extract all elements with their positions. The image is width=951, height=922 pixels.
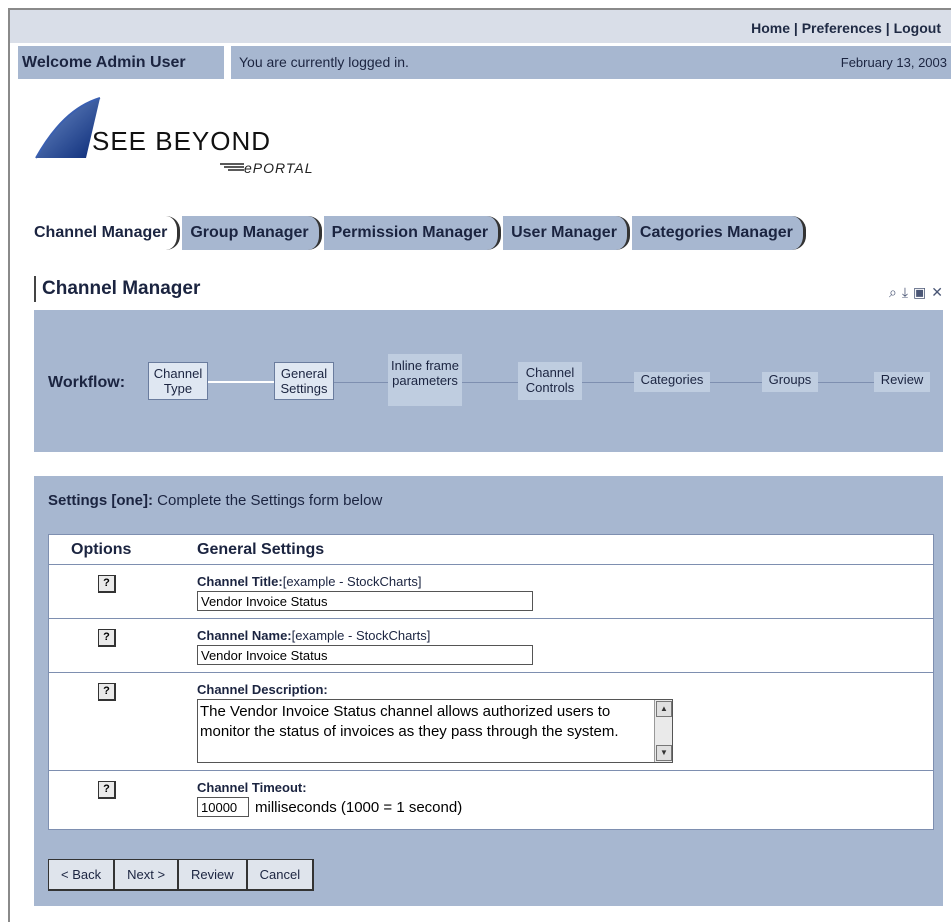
close-icon[interactable]: ✕ [931,284,943,301]
channel-timeout-input[interactable] [197,797,249,817]
channel-title-hint: [example - StockCharts] [282,574,422,589]
tab-group-manager[interactable]: Group Manager [182,216,322,250]
settings-title: Settings [one]: Complete the Settings fo… [48,492,382,509]
login-status-bar: You are currently logged in. February 13… [231,46,951,79]
channel-timeout-label-text: Channel Timeout: [197,780,307,795]
separator: | [793,20,798,36]
channel-title-label-text: Channel Title: [197,574,283,589]
wizard-buttons: < Back Next > Review Cancel [48,859,315,891]
window-tools: ⌕ ⤓ ▣ ✕ [889,284,943,301]
channel-title-row: ? Channel Title:[example - StockCharts] [49,565,933,619]
channel-timeout-label: Channel Timeout: [197,780,307,795]
top-navigation-bar: Home | Preferences | Logout [10,10,951,43]
scroll-down-icon[interactable]: ▼ [656,745,672,761]
page-title: Channel Manager [34,276,200,302]
tab-permission-manager[interactable]: Permission Manager [323,216,502,250]
workflow-step-groups[interactable]: Groups [762,372,818,392]
description-scrollbar[interactable]: ▲ ▼ [654,700,672,762]
timeout-unit: milliseconds (1000 = 1 second) [255,799,463,816]
workflow-step-general-settings[interactable]: General Settings [274,362,334,400]
search-icon[interactable]: ⌕ [889,284,897,301]
logo-product-text: ePORTAL [244,160,314,176]
general-settings-form: Options General Settings ? Channel Title… [48,534,934,830]
workflow-step-channel-type[interactable]: Channel Type [148,362,208,400]
channel-title-label: Channel Title:[example - StockCharts] [197,574,421,589]
cancel-button[interactable]: Cancel [246,859,315,891]
help-button[interactable]: ? [98,629,116,647]
logout-link[interactable]: Logout [894,20,941,36]
tab-channel-manager[interactable]: Channel Manager [30,216,181,250]
channel-name-row: ? Channel Name:[example - StockCharts] [49,619,933,673]
logo-lines-icon [220,163,244,171]
workflow-step-inline-frame-parameters[interactable]: Inline frame parameters [388,354,462,406]
welcome-message: Welcome Admin User [18,46,224,79]
workflow-label: Workflow: [48,374,126,391]
channel-description-row: ? Channel Description: The Vendor Invoic… [49,673,933,771]
workflow-step-review[interactable]: Review [874,372,930,392]
form-header: Options General Settings [49,535,933,565]
settings-panel: Settings [one]: Complete the Settings fo… [34,476,943,906]
separator: | [885,20,890,36]
manager-tabs: Channel Manager Group Manager Permission… [30,216,808,250]
home-link[interactable]: Home [751,20,790,36]
channel-name-input[interactable] [197,645,533,665]
scroll-up-icon[interactable]: ▲ [656,701,672,717]
back-button[interactable]: < Back [48,859,116,891]
help-button[interactable]: ? [98,781,116,799]
help-button[interactable]: ? [98,575,116,593]
channel-name-hint: [example - StockCharts] [291,628,431,643]
current-date: February 13, 2003 [840,55,947,70]
settings-title-text: Complete the Settings form below [153,492,383,509]
channel-timeout-row: ? Channel Timeout: milliseconds (1000 = … [49,771,933,829]
review-button[interactable]: Review [178,859,248,891]
channel-title-input[interactable] [197,591,533,611]
workflow-step-categories[interactable]: Categories [634,372,710,392]
channel-name-label-text: Channel Name: [197,628,292,643]
tab-user-manager[interactable]: User Manager [503,216,630,250]
maximize-icon[interactable]: ▣ [913,284,926,301]
workflow-panel: Workflow: ▷ Channel Type General Setting… [34,310,943,452]
download-icon[interactable]: ⤓ [902,284,908,301]
general-settings-column-header: General Settings [197,541,325,558]
next-button[interactable]: Next > [114,859,180,891]
tab-categories-manager[interactable]: Categories Manager [631,216,806,250]
preferences-link[interactable]: Preferences [802,20,882,36]
channel-description-label: Channel Description: [197,682,328,697]
top-links: Home | Preferences | Logout [751,20,941,36]
seebeyond-logo: SEE BEYOND ePORTAL [34,96,454,186]
channel-name-label: Channel Name:[example - StockCharts] [197,628,430,643]
settings-title-bold: Settings [one]: [48,492,153,509]
login-status-text: You are currently logged in. [239,54,409,70]
logo-brand-text: SEE BEYOND [92,126,272,156]
workflow-step-channel-controls[interactable]: Channel Controls [518,362,582,400]
help-button[interactable]: ? [98,683,116,701]
page: Home | Preferences | Logout Welcome Admi… [0,0,951,922]
channel-description-label-text: Channel Description: [197,682,328,697]
options-column-header: Options [71,541,132,558]
channel-description-textarea[interactable]: The Vendor Invoice Status channel allows… [197,699,673,763]
